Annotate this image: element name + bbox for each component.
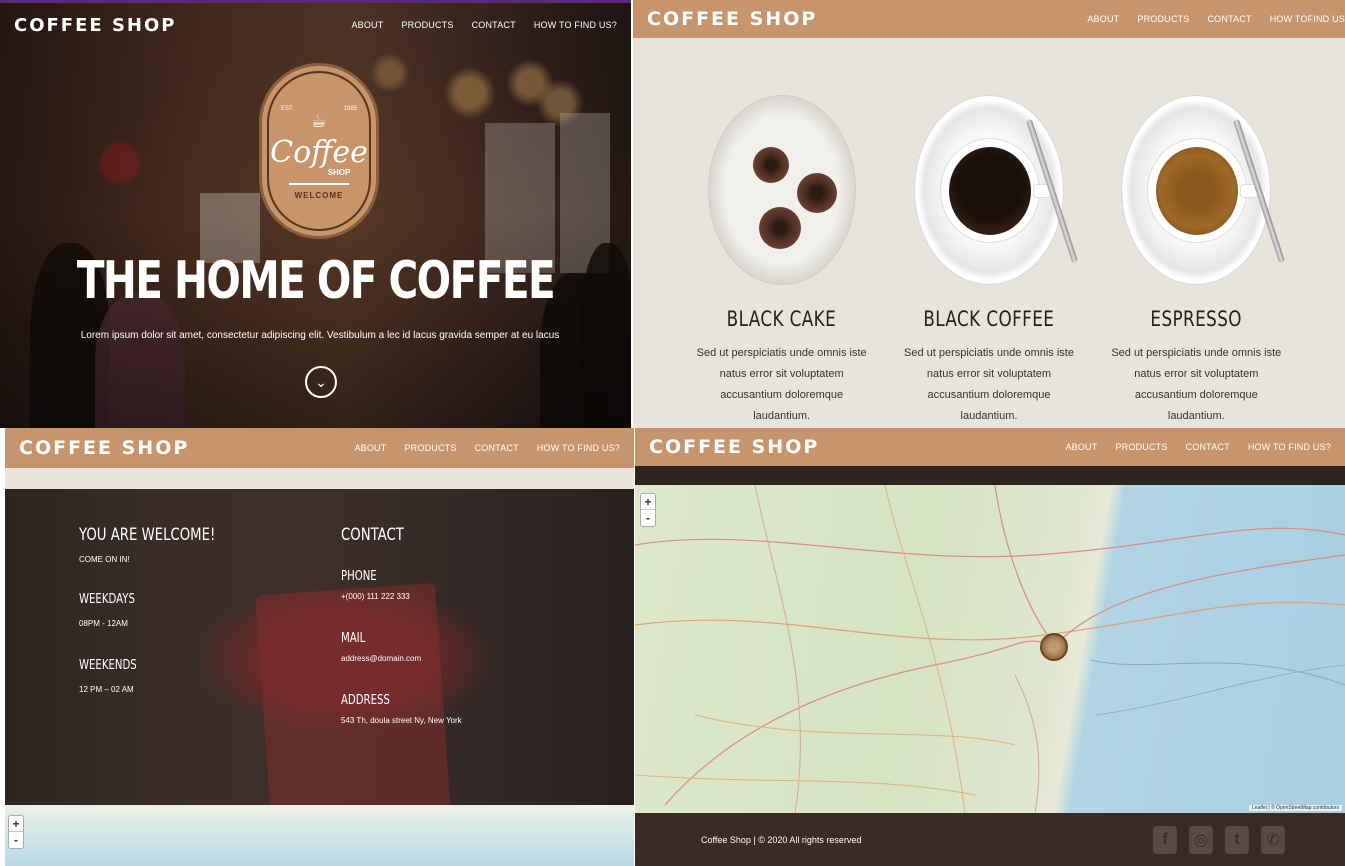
- phone-title: PHONE: [341, 569, 377, 584]
- whatsapp-icon[interactable]: ✆: [1261, 825, 1285, 854]
- logo-shop-text: SHOP: [327, 168, 351, 177]
- hero-subtitle: Lorem ipsum dolor sit amet, consectetur …: [80, 330, 560, 341]
- location-map[interactable]: + - Leaflet | © OpenStreetMap contributo…: [635, 485, 1345, 813]
- nav-find-us[interactable]: HOW TO FIND US?: [1248, 442, 1331, 452]
- nav-about[interactable]: ABOUT: [354, 443, 386, 453]
- mail-value[interactable]: address@domain.com: [341, 654, 462, 663]
- coffee-cup-icon: ☕: [310, 111, 328, 131]
- nav-menu: ABOUT PRODUCTS CONTACT HOW TO FIND US?: [354, 443, 620, 453]
- brand-logo-text[interactable]: COFFEE SHOP: [14, 15, 176, 36]
- product-description: Sed ut perspiciatis unde omnis iste natu…: [1111, 347, 1282, 422]
- contact-column: CONTACT PHONE +(000) 111 222 333 MAIL ad…: [341, 525, 462, 725]
- hero-panel: COFFEE SHOP ABOUT PRODUCTS CONTACT HOW T…: [0, 0, 631, 428]
- nav-about[interactable]: ABOUT: [351, 20, 383, 30]
- product-list: BLACK CAKE Sed ut perspiciatis unde omni…: [633, 95, 1345, 427]
- product-card[interactable]: BLACK COFFEE Sed ut perspiciatis unde om…: [903, 95, 1079, 427]
- map-attribution[interactable]: Leaflet | © OpenStreetMap contributors: [1249, 805, 1342, 811]
- top-navbar: COFFEE SHOP ABOUT PRODUCTS CONTACT HOW T…: [635, 428, 1345, 466]
- product-name: ESPRESSO: [1150, 307, 1243, 331]
- logo-divider: [289, 183, 349, 185]
- product-image-black-coffee: [913, 95, 1079, 285]
- mail-title: MAIL: [341, 631, 366, 646]
- zoom-in-button[interactable]: +: [9, 816, 23, 832]
- contact-panel: COFFEE SHOP ABOUT PRODUCTS CONTACT HOW T…: [5, 428, 634, 866]
- nav-about[interactable]: ABOUT: [1065, 442, 1097, 452]
- nav-contact[interactable]: CONTACT: [1186, 442, 1230, 452]
- phone-value[interactable]: +(000) 111 222 333: [341, 592, 462, 601]
- scroll-down-button[interactable]: ⌄: [305, 366, 337, 398]
- address-value: 543 Th, doula street Ny, New York: [341, 716, 462, 725]
- nav-find-us[interactable]: HOW TO FIND US?: [534, 20, 617, 30]
- product-image-espresso: [1121, 95, 1286, 285]
- address-title: ADDRESS: [341, 693, 390, 708]
- logo-year: 1985: [343, 106, 357, 112]
- twitter-icon[interactable]: t: [1225, 825, 1249, 854]
- nav-products[interactable]: PRODUCTS: [404, 443, 456, 453]
- top-navbar: COFFEE SHOP ABOUT PRODUCTS CONTACT HOW T…: [5, 428, 634, 468]
- product-image-black-cake: [707, 95, 857, 285]
- welcome-title: YOU ARE WELCOME!: [79, 525, 216, 545]
- logo-welcome-text: WELCOME: [294, 191, 344, 200]
- product-description: Sed ut perspiciatis unde omnis iste natu…: [696, 347, 867, 422]
- products-panel: COFFEE SHOP ABOUT PRODUCTS CONTACT HOW T…: [633, 0, 1345, 428]
- site-footer: Coffee Shop | © 2020 All rights reserved…: [635, 813, 1345, 866]
- welcome-subtitle: COME ON IN!: [79, 555, 130, 564]
- product-name: BLACK COFFEE: [923, 307, 1055, 331]
- weekends-title: WEEKENDS: [79, 658, 137, 673]
- logo-est: EST.: [281, 106, 294, 112]
- map-zoom-control: + -: [8, 815, 24, 849]
- weekdays-hours: 08PM - 12AM: [79, 619, 128, 628]
- social-links: f ◎ t ✆: [1153, 825, 1285, 854]
- nav-products[interactable]: PRODUCTS: [401, 20, 453, 30]
- brand-logo-text[interactable]: COFFEE SHOP: [19, 437, 189, 459]
- nav-find-us[interactable]: HOW TOFIND US: [1270, 14, 1345, 24]
- location-pin-icon[interactable]: [1040, 633, 1068, 661]
- zoom-out-button[interactable]: -: [9, 832, 23, 848]
- brand-logo-text[interactable]: COFFEE SHOP: [647, 8, 817, 30]
- nav-products[interactable]: PRODUCTS: [1115, 442, 1167, 452]
- zoom-in-button[interactable]: +: [641, 494, 655, 510]
- background-person: [95, 293, 185, 428]
- chevron-down-icon: ⌄: [315, 373, 327, 390]
- nav-contact[interactable]: CONTACT: [475, 443, 519, 453]
- nav-about[interactable]: ABOUT: [1087, 14, 1119, 24]
- zoom-out-button[interactable]: -: [641, 510, 655, 526]
- coffee-shop-logo: EST. 1985 ☕ Coffee SHOP WELCOME: [259, 63, 379, 239]
- copyright-text: Coffee Shop | © 2020 All rights reserved: [701, 834, 862, 845]
- nav-contact[interactable]: CONTACT: [1207, 14, 1251, 24]
- weekends-hours: 12 PM – 02 AM: [79, 685, 134, 694]
- top-navbar: COFFEE SHOP ABOUT PRODUCTS CONTACT HOW T…: [633, 0, 1345, 38]
- hours-column: YOU ARE WELCOME! COME ON IN! WEEKDAYS 08…: [79, 525, 254, 694]
- nav-menu: ABOUT PRODUCTS CONTACT HOW TO FIND US?: [351, 20, 617, 30]
- product-name: BLACK CAKE: [726, 307, 837, 331]
- top-navbar: COFFEE SHOP ABOUT PRODUCTS CONTACT HOW T…: [0, 3, 631, 47]
- nav-products[interactable]: PRODUCTS: [1137, 14, 1189, 24]
- product-card[interactable]: BLACK CAKE Sed ut perspiciatis unde omni…: [697, 95, 867, 427]
- background-window: [560, 113, 610, 273]
- nav-menu: ABOUT PRODUCTS CONTACT HOW TOFIND US: [1087, 14, 1344, 24]
- nav-find-us[interactable]: HOW TO FIND US?: [537, 443, 620, 453]
- facebook-icon[interactable]: f: [1153, 825, 1177, 854]
- logo-main-text: Coffee: [270, 135, 368, 170]
- product-description: Sed ut perspiciatis unde omnis iste natu…: [903, 347, 1074, 422]
- nav-menu: ABOUT PRODUCTS CONTACT HOW TO FIND US?: [1065, 442, 1331, 452]
- instagram-icon[interactable]: ◎: [1189, 825, 1213, 854]
- nav-contact[interactable]: CONTACT: [472, 20, 516, 30]
- map-zoom-control: + -: [640, 493, 656, 527]
- product-card[interactable]: ESPRESSO Sed ut perspiciatis unde omnis …: [1111, 95, 1286, 427]
- weekdays-title: WEEKDAYS: [79, 592, 135, 607]
- map-preview[interactable]: + -: [5, 805, 634, 866]
- find-us-panel: COFFEE SHOP ABOUT PRODUCTS CONTACT HOW T…: [635, 428, 1345, 866]
- contact-background: YOU ARE WELCOME! COME ON IN! WEEKDAYS 08…: [5, 489, 634, 825]
- brand-logo-text[interactable]: COFFEE SHOP: [649, 436, 819, 458]
- hero-title: THE HOME OF COFFEE: [76, 251, 556, 311]
- map-roads: [635, 485, 1345, 813]
- contact-title: CONTACT: [341, 525, 404, 545]
